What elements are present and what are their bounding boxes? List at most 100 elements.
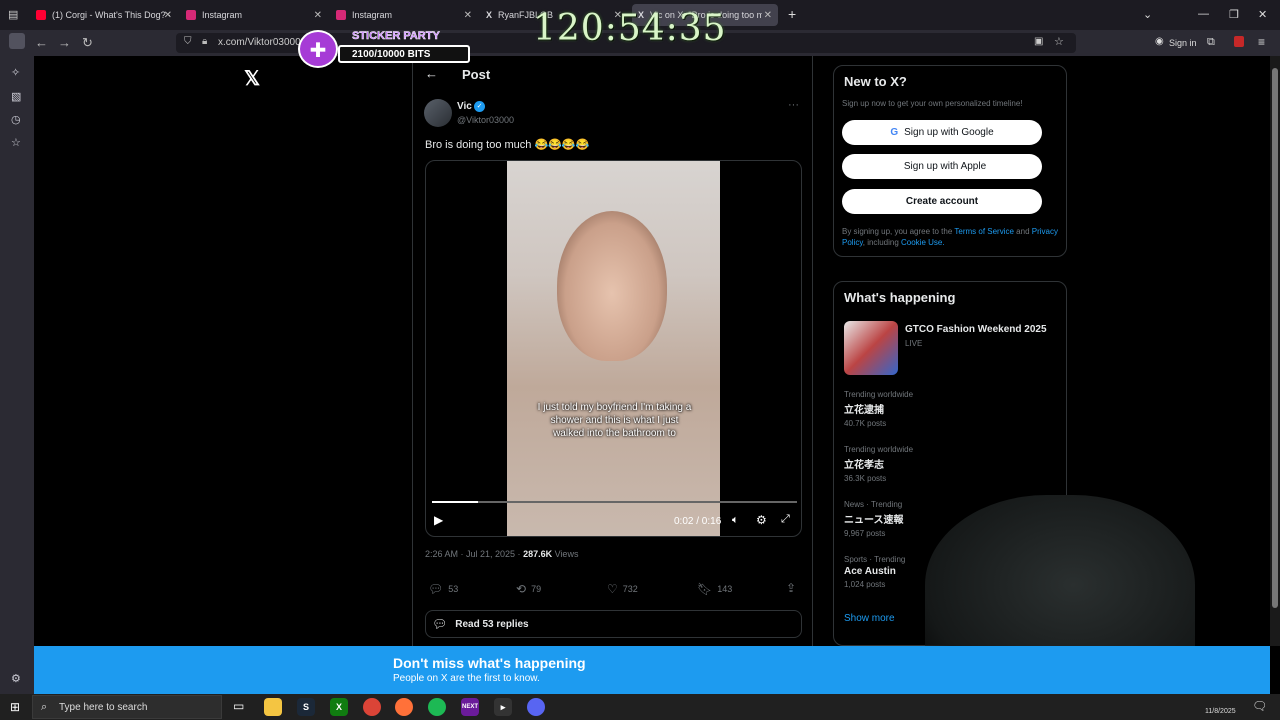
reader-icon[interactable]: ▣: [1034, 36, 1043, 47]
apple-signup-button[interactable]: Sign up with Apple: [842, 154, 1042, 179]
cookie-link[interactable]: Cookie Use.: [901, 238, 945, 247]
back-icon[interactable]: ←: [35, 35, 48, 50]
page-scrollbar[interactable]: [1270, 56, 1280, 646]
view-count: 287.6K: [523, 549, 553, 559]
video-progress-track[interactable]: [432, 501, 797, 503]
sticker-party-widget: ✚ STICKER PARTY 2100/10000 BITS: [296, 28, 474, 70]
history-icon[interactable]: ◷: [11, 113, 21, 126]
taskbar-search-box[interactable]: ⌕ Type here to search: [32, 695, 222, 719]
new-tab-button[interactable]: +: [788, 6, 796, 22]
share-icon[interactable]: ⇪: [786, 581, 796, 595]
like-count: 732: [622, 584, 638, 594]
extensions-icon[interactable]: ⧉: [1207, 36, 1215, 49]
featured-thumbnail[interactable]: [844, 321, 898, 375]
file-explorer-icon[interactable]: [264, 698, 282, 716]
video-frame[interactable]: I just told my boyfriend I'm taking a sh…: [507, 161, 720, 536]
spotify-icon[interactable]: [428, 698, 446, 716]
task-view-icon[interactable]: ▭: [233, 699, 244, 713]
notification-icon[interactable]: 🗨︎: [1252, 699, 1267, 713]
author-name[interactable]: Vic: [457, 101, 472, 112]
close-tab-icon[interactable]: ✕: [314, 10, 322, 21]
bookmarks-icon[interactable]: ☆: [11, 136, 21, 149]
shield-icon: ⛉: [184, 36, 192, 47]
trend-posts: 40.7K posts: [844, 419, 887, 428]
reload-icon[interactable]: ↻: [82, 35, 93, 51]
trend-context: Trending worldwide: [844, 390, 914, 399]
bookmark-button[interactable]: 🔖︎ 143: [697, 582, 732, 596]
next-app-icon[interactable]: NEXT: [461, 698, 479, 716]
browser-sidebar: ✧ ▧ ◷ ☆ ⚙: [0, 56, 34, 696]
x-logo-icon[interactable]: 𝕏: [244, 66, 260, 91]
tab-dropdown-icon[interactable]: ⌄: [1143, 8, 1152, 21]
sticker-bits: 2100/10000 BITS: [352, 49, 431, 60]
terms-link[interactable]: Terms of Service: [954, 227, 1014, 236]
settings-gear-icon[interactable]: ⚙: [11, 672, 21, 685]
sign-in-button[interactable]: Sign in: [1169, 38, 1197, 48]
read-replies-button[interactable]: 💬︎ Read 53 replies: [425, 610, 802, 638]
settings-icon[interactable]: ⚙: [756, 513, 767, 527]
trending-title: What's happening: [844, 290, 956, 305]
chrome-icon[interactable]: [363, 698, 381, 716]
menu-icon[interactable]: ≡: [1258, 35, 1265, 49]
bookmark-star-icon[interactable]: ☆: [1054, 35, 1064, 48]
url-text: x.com/Viktor03000: [218, 37, 301, 48]
close-tab-icon[interactable]: ✕: [164, 10, 172, 21]
tab-list-icon[interactable]: ▤: [8, 8, 18, 21]
fullscreen-icon[interactable]: ⤢: [781, 513, 790, 526]
sync-icon[interactable]: ▧: [11, 90, 21, 103]
sticker-title: STICKER PARTY: [352, 30, 440, 43]
close-tab-icon[interactable]: ✕: [464, 10, 472, 21]
steam-icon[interactable]: S: [297, 698, 315, 716]
sticker-bits-bar: 2100/10000 BITS: [338, 45, 470, 63]
restore-icon[interactable]: ❐: [1229, 8, 1239, 21]
close-window-icon[interactable]: ✕: [1258, 8, 1267, 21]
signup-title: New to X?: [844, 74, 907, 89]
google-signup-button[interactable]: G Sign up with Google: [842, 120, 1042, 145]
terminal-icon[interactable]: ▸: [494, 698, 512, 716]
tab-instagram-2[interactable]: Instagram ✕: [330, 4, 478, 26]
firefox-icon[interactable]: [395, 698, 413, 716]
volume-icon[interactable]: 🔈︎: [732, 514, 739, 527]
views-label: Views: [552, 549, 579, 559]
reply-icon: 💬︎: [428, 582, 444, 596]
author-handle[interactable]: @Viktor03000: [457, 115, 514, 125]
featured-title[interactable]: GTCO Fashion Weekend 2025: [905, 324, 1047, 335]
trend-item[interactable]: Trending worldwide 立花孝志 36.3K posts: [844, 445, 1054, 483]
account-icon[interactable]: ◉: [1155, 36, 1164, 47]
xbox-icon[interactable]: X: [330, 698, 348, 716]
signup-banner[interactable]: Don't miss what's happening People on X …: [34, 646, 1270, 694]
video-caption: I just told my boyfriend I'm taking a sh…: [537, 402, 692, 439]
close-tab-icon[interactable]: ✕: [764, 10, 772, 21]
tab-corgi[interactable]: (1) Corgi - What's This Dog? - Y ✕: [30, 4, 178, 26]
stream-timer: 120:54:35: [533, 8, 727, 49]
scroll-thumb[interactable]: [1272, 68, 1278, 608]
youtube-icon: [36, 10, 46, 20]
create-account-button[interactable]: Create account: [842, 189, 1042, 214]
trend-item[interactable]: Trending worldwide 立花逮捕 40.7K posts: [844, 390, 1054, 428]
repost-button[interactable]: ⟲ 79: [516, 582, 541, 596]
tab-instagram-1[interactable]: Instagram ✕: [180, 4, 328, 26]
ai-icon[interactable]: ✧: [11, 66, 20, 79]
google-icon: G: [890, 127, 899, 138]
sidebar-toggle-icon[interactable]: [9, 33, 25, 49]
author-avatar[interactable]: [424, 99, 452, 127]
video-player[interactable]: I just told my boyfriend I'm taking a sh…: [425, 160, 802, 537]
google-signup-label: Sign up with Google: [904, 127, 994, 138]
more-options-icon[interactable]: ···: [788, 99, 799, 111]
video-progress-fill: [432, 501, 478, 503]
post-time[interactable]: 2:26 AM · Jul 21, 2025 ·: [425, 549, 523, 559]
tab-label: (1) Corgi - What's This Dog? - Y: [52, 10, 170, 20]
reply-button[interactable]: 💬︎ 53: [428, 582, 458, 596]
extension-icon[interactable]: [1234, 36, 1244, 47]
play-icon[interactable]: ▶: [434, 513, 443, 527]
windows-start-icon[interactable]: ⊞: [10, 700, 20, 714]
like-button[interactable]: ♡ 732: [607, 582, 638, 596]
forward-icon[interactable]: →: [58, 35, 71, 50]
discord-icon[interactable]: [527, 698, 545, 716]
x-icon: X: [486, 10, 493, 20]
minimize-icon[interactable]: —: [1198, 8, 1209, 20]
lock-icon: 🔒︎: [202, 36, 208, 47]
column-divider: [412, 56, 413, 646]
post-meta: 2:26 AM · Jul 21, 2025 · 287.6K Views: [425, 549, 578, 559]
show-more-link[interactable]: Show more: [844, 613, 895, 624]
